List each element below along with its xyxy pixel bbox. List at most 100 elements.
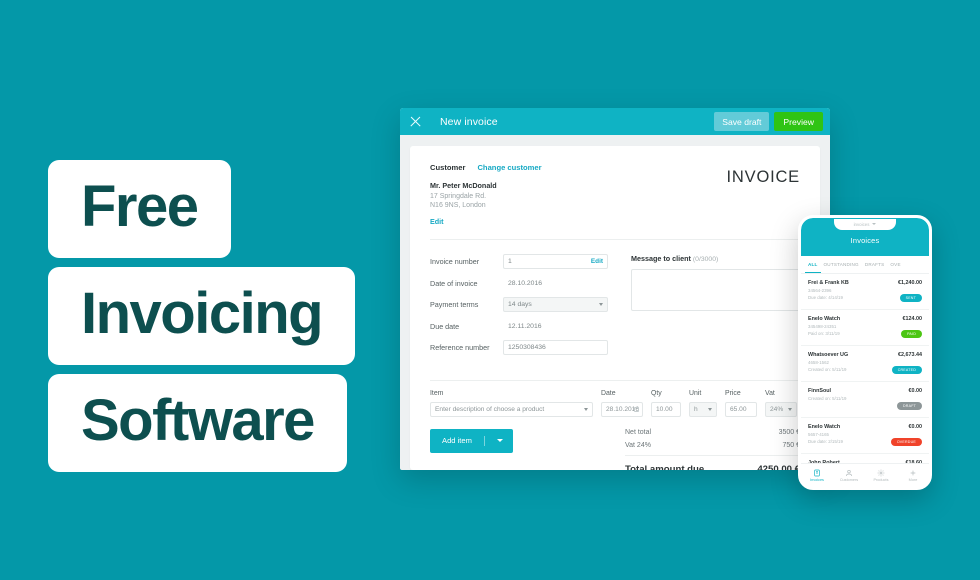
phone-screen: invoices Invoices ALL OUTSTANDING DRAFTS… (801, 218, 929, 487)
column-header-date: Date (601, 389, 616, 397)
button-divider (483, 435, 485, 446)
item-vat-select[interactable]: 24% (765, 401, 797, 417)
invoice-client-name: Whatsoever UG (808, 352, 849, 358)
invoice-client-name: Enelo Watch (808, 316, 841, 322)
item-date-cell[interactable]: 28.10.2016 (601, 401, 643, 417)
vat-total-label: Vat 24% (625, 441, 651, 449)
invoice-meta: Paid on: 3/11/19 (808, 331, 840, 336)
invoice-reference: 5657-4165 (808, 432, 829, 437)
phone-status-pill: invoices (834, 218, 896, 230)
list-item[interactable]: FinnSoul Created on: 5/11/19 €0.00 DRAFT (801, 382, 929, 418)
column-header-unit: Unit (689, 389, 702, 397)
customer-address-line-1: 17 Springdale Rd. (430, 192, 487, 200)
payment-terms-select[interactable]: 14 days (503, 297, 608, 312)
customer-address-line-2: N16 9NS, London (430, 202, 486, 209)
field-label: Date of invoice (430, 278, 478, 288)
status-badge[interactable]: SENT (899, 294, 922, 302)
status-badge[interactable]: OVERDUE (890, 438, 922, 446)
message-label-text: Message to client (631, 254, 691, 263)
due-date-value[interactable]: 12.11.2016 (503, 319, 608, 334)
field-value: 14 days (508, 301, 532, 308)
reference-number-input[interactable]: 1250308436 (503, 340, 608, 355)
phone-bottom-nav: Invoices Customers Products More (801, 463, 929, 487)
edit-customer-link[interactable]: Edit (430, 217, 800, 226)
phone-tab-outstanding[interactable]: OUTSTANDING (821, 256, 862, 273)
item-unit-select[interactable]: h (689, 401, 717, 417)
list-item[interactable]: Whatsoever UG 4658-1562 Created on: 5/11… (801, 346, 929, 382)
item-description-input[interactable]: Enter description of choose a product (430, 401, 593, 417)
item-qty-input[interactable]: 10.00 (651, 401, 681, 417)
nav-item-products[interactable]: Products (865, 469, 897, 482)
date-of-invoice-value[interactable]: 28.10.2016 (503, 276, 608, 291)
field-invoice-number: Invoice number 1 Edit (430, 254, 608, 269)
status-badge[interactable]: DRAFT (897, 402, 922, 410)
nav-item-invoices[interactable]: Invoices (801, 469, 833, 482)
field-value: 1 (508, 258, 512, 265)
headline-line-2: Invoicing (48, 267, 356, 365)
invoice-reference: 4658-1562 (808, 360, 829, 365)
column-header-vat: Vat (765, 389, 775, 397)
invoice-app-window: New invoice Save draft Preview INVOICE C… (400, 108, 830, 470)
chevron-down-icon (872, 223, 877, 225)
message-label: Message to client (0/3000) (631, 254, 800, 263)
chevron-down-icon (599, 303, 603, 306)
headline-group: Free Invoicing Software (48, 160, 356, 472)
nav-item-more[interactable]: More (897, 469, 929, 482)
add-item-button[interactable]: Add item (430, 428, 513, 453)
invoice-fields: Invoice number 1 Edit Date of invoice 28… (430, 254, 608, 362)
field-date-of-invoice: Date of invoice 28.10.2016 (430, 276, 608, 291)
invoice-meta-section: Invoice number 1 Edit Date of invoice 28… (430, 254, 800, 362)
close-icon[interactable] (409, 115, 422, 128)
invoice-reference: 345498-24351 (808, 324, 837, 329)
item-description-cell[interactable]: Enter description of choose a product (430, 401, 593, 417)
item-price-input[interactable]: 65.00 (725, 401, 757, 417)
list-item[interactable]: Frei & Frank KB 34564-2396 Due date: 4/1… (801, 274, 929, 310)
chevron-down-icon (584, 407, 588, 411)
phone-status-pill-label: invoices (853, 221, 870, 227)
invoice-amount: €2,673.44 (898, 352, 922, 358)
chevron-down-icon[interactable] (496, 439, 503, 442)
gear-icon (877, 469, 885, 477)
headline-line-1: Free (48, 160, 231, 258)
status-badge[interactable]: CREATED (891, 366, 922, 374)
invoice-amount-block: €0.00 DRAFT (897, 388, 922, 412)
list-item[interactable]: Enelo Watch 5657-4165 Due date: 2/15/19 … (801, 418, 929, 454)
invoice-info: Enelo Watch 345498-24351 Paid on: 3/11/1… (808, 316, 901, 340)
invoice-info: Enelo Watch 5657-4165 Due date: 2/15/19 (808, 424, 891, 448)
preview-button[interactable]: Preview (774, 112, 823, 131)
invoice-info: Whatsoever UG 4658-1562 Created on: 5/11… (808, 352, 892, 376)
invoice-heading: INVOICE (726, 168, 800, 186)
invoice-number-input[interactable]: 1 Edit (503, 254, 608, 269)
phone-tab-drafts[interactable]: DRAFTS (862, 256, 888, 273)
item-date-input[interactable]: 28.10.2016 (601, 401, 643, 417)
window-body: INVOICE Customer Change customer Mr. Pet… (400, 135, 830, 470)
invoice-amount: €1,240.00 (898, 280, 922, 286)
invoice-number-edit-link[interactable]: Edit (591, 258, 603, 265)
field-label: Invoice number (430, 257, 480, 266)
window-actions: Save draft Preview (714, 112, 823, 131)
line-items-table: Item Date Qty Unit Price Vat Total Enter… (430, 389, 827, 417)
message-textarea[interactable] (631, 269, 800, 311)
items-divider (430, 379, 800, 381)
item-price-cell[interactable]: 65.00 (725, 401, 757, 417)
invoice-client-name: Enelo Watch (808, 424, 841, 430)
grand-total-label: Total amount due (625, 463, 705, 471)
net-total-label: Net total (625, 428, 652, 436)
list-item[interactable]: Enelo Watch 345498-24351 Paid on: 3/11/1… (801, 310, 929, 346)
item-unit-value: h (694, 405, 698, 413)
nav-label: Customers (839, 478, 859, 483)
invoice-amount-block: €0.00 OVERDUE (890, 424, 922, 448)
chevron-down-icon (708, 407, 712, 411)
status-badge[interactable]: PAID (901, 330, 922, 338)
phone-tab-all[interactable]: ALL (805, 256, 821, 273)
item-vat-cell[interactable]: 24% (765, 401, 797, 417)
change-customer-link[interactable]: Change customer (477, 163, 541, 172)
save-draft-button[interactable]: Save draft (714, 112, 770, 131)
invoice-sheet: INVOICE Customer Change customer Mr. Pet… (410, 146, 827, 471)
item-qty-cell[interactable]: 10.00 (651, 401, 681, 417)
invoice-amount-block: €2,673.44 CREATED (891, 352, 922, 376)
phone-tab-overdue[interactable]: OVE (887, 256, 903, 273)
column-header-item: Item (430, 389, 444, 397)
nav-item-customers[interactable]: Customers (833, 469, 865, 483)
item-unit-cell[interactable]: h (689, 401, 717, 417)
